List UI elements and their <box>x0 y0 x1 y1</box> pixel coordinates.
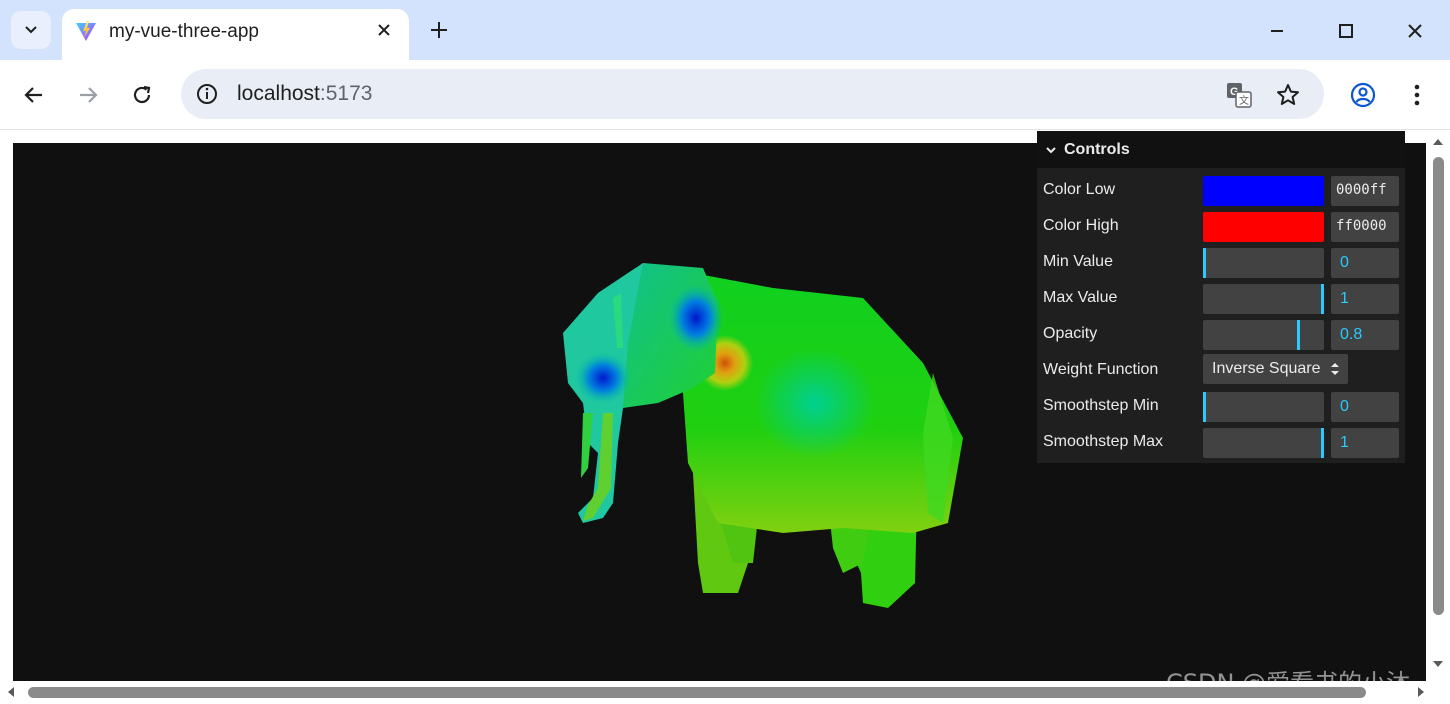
smoothstep-min-row: Smoothstep Min 0 <box>1037 388 1405 424</box>
url-host: localhost <box>237 82 320 105</box>
close-window-button[interactable] <box>1395 12 1435 50</box>
opacity-row: Opacity 0.8 <box>1037 316 1405 352</box>
min-value-label: Min Value <box>1043 253 1113 270</box>
plus-icon <box>431 22 447 38</box>
weight-function-select[interactable]: Inverse Square <box>1203 354 1348 384</box>
new-tab-button[interactable] <box>424 15 454 45</box>
reload-icon <box>133 85 151 104</box>
translate-icon: G文 <box>1227 83 1252 108</box>
account-icon <box>1350 82 1376 108</box>
smoothstep-min-input[interactable]: 0 <box>1331 392 1399 422</box>
slider-handle[interactable] <box>1203 392 1206 422</box>
page-viewport: Controls Color Low 0000ff Color High ff0… <box>0 131 1450 704</box>
tab-strip: my-vue-three-app <box>0 0 1450 60</box>
slider-handle[interactable] <box>1297 320 1301 350</box>
address-bar[interactable]: localhost:5173 G文 <box>181 69 1324 119</box>
smoothstep-max-slider[interactable] <box>1203 428 1324 458</box>
minimize-icon <box>1271 30 1283 32</box>
svg-text:文: 文 <box>1239 94 1249 107</box>
horizontal-scroll-thumb[interactable] <box>28 687 1366 698</box>
close-icon <box>1408 24 1422 38</box>
smoothstep-max-input[interactable]: 1 <box>1331 428 1399 458</box>
slider-handle[interactable] <box>1321 428 1324 458</box>
max-value-input[interactable]: 1 <box>1331 284 1399 314</box>
back-button[interactable] <box>16 77 52 113</box>
arrow-left-icon <box>24 87 42 103</box>
tab-close-button[interactable] <box>373 19 395 41</box>
info-icon[interactable] <box>195 82 219 106</box>
vertical-scrollbar[interactable] <box>1429 131 1447 681</box>
controls-panel: Controls Color Low 0000ff Color High ff0… <box>1037 131 1405 463</box>
max-value-label: Max Value <box>1043 289 1118 306</box>
more-vert-icon <box>1414 84 1420 106</box>
scroll-right-arrow-icon[interactable] <box>1418 687 1424 697</box>
maximize-icon <box>1339 24 1353 38</box>
controls-title: Controls <box>1064 140 1130 158</box>
vite-logo-icon <box>76 21 96 41</box>
close-icon <box>378 24 390 36</box>
min-value-row: Min Value 0 <box>1037 244 1405 280</box>
tab-title: my-vue-three-app <box>109 21 259 42</box>
min-value-slider[interactable] <box>1203 248 1324 278</box>
color-low-label: Color Low <box>1043 181 1116 198</box>
select-arrows-icon <box>1331 363 1339 375</box>
slider-handle[interactable] <box>1203 248 1206 278</box>
smoothstep-max-label: Smoothstep Max <box>1043 433 1164 450</box>
opacity-input[interactable]: 0.8 <box>1331 320 1399 350</box>
max-value-slider[interactable] <box>1203 284 1324 314</box>
reload-button[interactable] <box>124 77 160 113</box>
tab-search-button[interactable] <box>11 11 51 49</box>
scroll-down-arrow-icon[interactable] <box>1433 661 1443 667</box>
smoothstep-max-row: Smoothstep Max 1 <box>1037 424 1405 460</box>
active-tab[interactable]: my-vue-three-app <box>62 9 409 60</box>
slider-handle[interactable] <box>1321 284 1324 314</box>
horizontal-scrollbar[interactable] <box>0 683 1432 701</box>
color-low-row: Color Low 0000ff <box>1037 172 1405 208</box>
weight-function-value: Inverse Square <box>1212 360 1321 377</box>
color-low-input[interactable]: 0000ff <box>1331 176 1399 206</box>
chevron-down-icon <box>1046 146 1056 153</box>
menu-button[interactable] <box>1399 77 1435 113</box>
controls-title-bar[interactable]: Controls <box>1037 131 1405 168</box>
opacity-slider[interactable] <box>1203 320 1324 350</box>
vertical-scroll-thumb[interactable] <box>1433 157 1444 615</box>
scroll-left-arrow-icon[interactable] <box>8 687 14 697</box>
url-port: :5173 <box>319 82 373 105</box>
color-high-input[interactable]: ff0000 <box>1331 212 1399 242</box>
color-low-swatch[interactable] <box>1203 176 1324 206</box>
color-high-label: Color High <box>1043 217 1119 234</box>
color-high-swatch[interactable] <box>1203 212 1324 242</box>
opacity-label: Opacity <box>1043 325 1098 342</box>
browser-toolbar: localhost:5173 G文 <box>0 60 1450 130</box>
chevron-down-icon <box>25 26 37 34</box>
scroll-up-arrow-icon[interactable] <box>1433 139 1443 145</box>
max-value-row: Max Value 1 <box>1037 280 1405 316</box>
star-icon <box>1277 84 1299 105</box>
minimize-button[interactable] <box>1257 12 1297 50</box>
maximize-button[interactable] <box>1326 12 1366 50</box>
forward-button[interactable] <box>70 77 106 113</box>
profile-button[interactable] <box>1345 77 1381 113</box>
min-value-input[interactable]: 0 <box>1331 248 1399 278</box>
color-high-row: Color High ff0000 <box>1037 208 1405 244</box>
smoothstep-min-label: Smoothstep Min <box>1043 397 1159 414</box>
arrow-right-icon <box>80 87 98 103</box>
elephant-model[interactable] <box>543 243 963 623</box>
bookmark-button[interactable] <box>1274 81 1302 109</box>
weight-function-label: Weight Function <box>1043 361 1159 378</box>
weight-function-row: Weight Function Inverse Square <box>1037 352 1405 388</box>
smoothstep-min-slider[interactable] <box>1203 392 1324 422</box>
translate-button[interactable]: G文 <box>1225 81 1253 109</box>
url-text[interactable]: localhost:5173 <box>237 82 372 106</box>
